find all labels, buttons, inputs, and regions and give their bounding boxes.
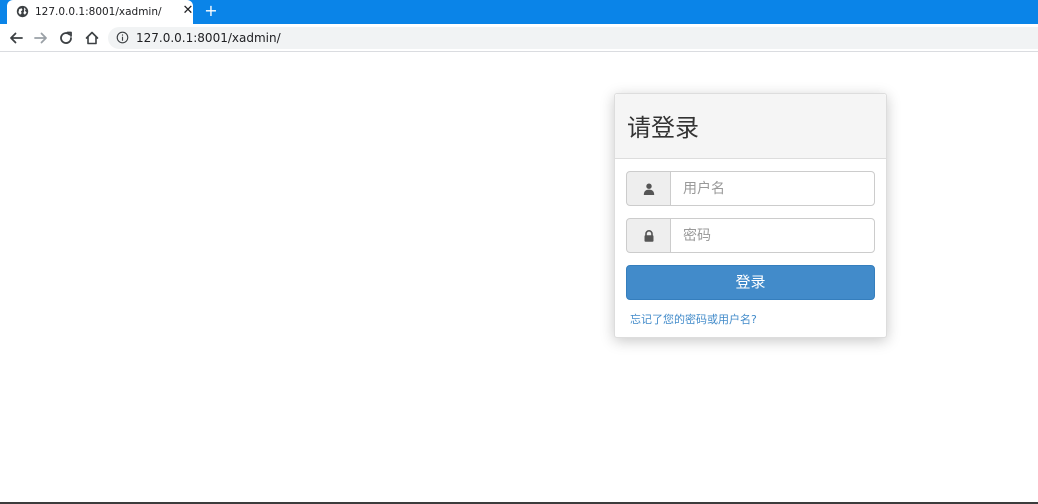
password-input-group (626, 218, 875, 253)
lock-icon (644, 230, 654, 242)
new-tab-button[interactable]: + (203, 2, 219, 20)
password-addon (626, 218, 671, 253)
browser-tab[interactable]: 127.0.0.1:8001/xadmin/ ✕ (7, 0, 193, 24)
url-text: 127.0.0.1:8001/xadmin/ (136, 31, 281, 45)
login-panel: 请登录 登录 忘记了您的密码或用户名? (614, 93, 887, 338)
forward-arrow-icon[interactable] (33, 30, 49, 46)
page-content: 请登录 登录 忘记了您的密码或用户名? (0, 53, 1038, 504)
home-icon[interactable] (84, 30, 100, 46)
page-title: 请登录 (627, 114, 699, 142)
address-bar[interactable]: 127.0.0.1:8001/xadmin/ (108, 27, 1038, 49)
browser-toolbar: 127.0.0.1:8001/xadmin/ (0, 24, 1038, 52)
browser-tab-bar: 127.0.0.1:8001/xadmin/ ✕ + (0, 0, 1038, 24)
username-input[interactable] (670, 171, 875, 206)
login-panel-heading: 请登录 (615, 94, 886, 159)
globe-icon (16, 5, 29, 18)
username-input-group (626, 171, 875, 206)
tab-close-icon[interactable]: ✕ (182, 4, 194, 18)
user-icon (643, 183, 655, 195)
username-addon (626, 171, 671, 206)
forgot-password-link[interactable]: 忘记了您的密码或用户名? (630, 313, 757, 327)
password-input[interactable] (670, 218, 875, 253)
tab-title: 127.0.0.1:8001/xadmin/ (35, 6, 162, 18)
login-button[interactable]: 登录 (626, 265, 875, 300)
back-arrow-icon[interactable] (8, 30, 24, 46)
info-icon[interactable] (116, 31, 129, 44)
reload-icon[interactable] (58, 30, 74, 46)
